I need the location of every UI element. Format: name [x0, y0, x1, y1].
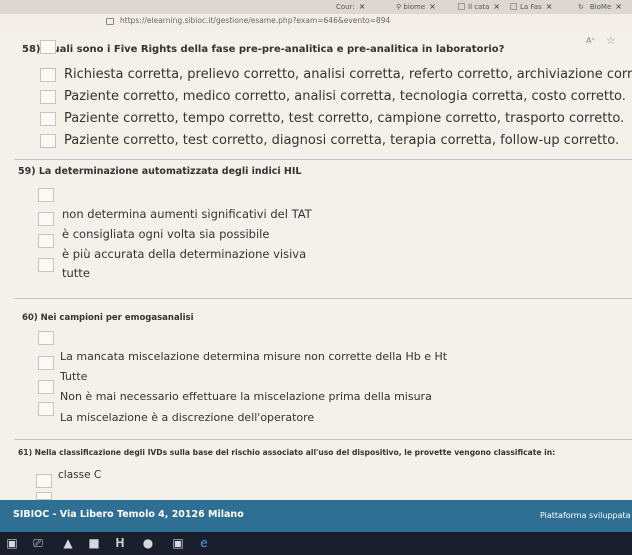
close-icon[interactable]: ×: [493, 2, 500, 11]
reader-view-icon[interactable]: Aᴬ: [586, 36, 595, 45]
option-label[interactable]: è più accurata della determinazione visi…: [62, 247, 306, 261]
option-label[interactable]: La mancata miscelazione determina misure…: [60, 350, 447, 363]
option-label[interactable]: tutte: [62, 266, 90, 280]
close-icon[interactable]: ×: [429, 2, 436, 11]
option-label[interactable]: Richiesta corretta, prelievo corretto, a…: [64, 67, 632, 82]
browser-tab-strip: Cour: × ⚲ biome × Il cata × La Fas × ↻ BioMe ×: [0, 0, 632, 14]
task-view-icon[interactable]: ⎚: [30, 536, 46, 551]
option-checkbox[interactable]: [36, 474, 52, 488]
exam-page: Aᴬ ☆ 58) Quali sono i Five Rights della …: [0, 30, 632, 500]
question-title: 59) La determinazione automatizzata degl…: [18, 166, 302, 177]
option-checkbox[interactable]: [36, 492, 52, 500]
tab-label: BioMe: [589, 3, 612, 11]
option-checkbox[interactable]: [38, 258, 54, 272]
option-checkbox[interactable]: [38, 212, 54, 226]
tab-label: Cour:: [336, 3, 355, 11]
option-checkbox[interactable]: [38, 188, 54, 202]
start-icon[interactable]: ▣: [4, 536, 20, 551]
option-label[interactable]: Non è mai necessario effettuare la misce…: [60, 390, 432, 403]
lock-icon: [106, 18, 114, 25]
question-divider: [14, 159, 632, 160]
tab-label: biome: [403, 3, 426, 11]
close-icon[interactable]: ×: [546, 2, 553, 11]
question-title: 58) Quali sono i Five Rights della fase …: [22, 44, 505, 55]
option-label[interactable]: Paziente corretto, test corretto, diagno…: [64, 133, 619, 148]
page-icon: [510, 3, 517, 10]
question-title: 61) Nella classificazione degli IVDs sul…: [18, 448, 556, 457]
footer-address: SIBIOC - Via Libero Temolo 4, 20126 Mila…: [13, 509, 244, 520]
option-checkbox[interactable]: [38, 331, 54, 345]
files-icon[interactable]: ▣: [170, 536, 186, 551]
option-checkbox[interactable]: [40, 90, 56, 104]
browser-tab[interactable]: Cour: ×: [336, 0, 396, 14]
browser-tab[interactable]: ↻ BioMe ×: [578, 0, 632, 14]
option-checkbox[interactable]: [38, 356, 54, 370]
tab-label: Il cata: [468, 3, 490, 11]
word-icon[interactable]: 𝐇: [112, 536, 128, 551]
question-title: 60) Nei campioni per emogasanalisi: [22, 313, 194, 323]
option-checkbox[interactable]: [40, 134, 56, 148]
option-checkbox[interactable]: [38, 234, 54, 248]
option-label[interactable]: La miscelazione è a discrezione dell'ope…: [60, 411, 314, 424]
app-icon[interactable]: ●: [140, 536, 156, 551]
option-label[interactable]: Tutte: [60, 370, 87, 383]
option-checkbox[interactable]: [40, 68, 56, 82]
network-icon[interactable]: ▲: [60, 536, 76, 551]
option-label[interactable]: classe C: [58, 469, 101, 481]
address-bar[interactable]: https://elearning.sibioc.it/gestione/esa…: [0, 14, 632, 30]
option-checkbox[interactable]: [38, 380, 54, 394]
close-icon[interactable]: ×: [359, 2, 366, 11]
browser-tab[interactable]: La Fas ×: [510, 0, 572, 14]
page-icon: [458, 3, 465, 10]
option-label[interactable]: Paziente corretto, medico corretto, anal…: [64, 89, 626, 104]
question-divider: [14, 439, 632, 440]
browser-tab[interactable]: Il cata ×: [458, 0, 508, 14]
url-text[interactable]: https://elearning.sibioc.it/gestione/esa…: [120, 16, 390, 25]
folder-icon[interactable]: ■: [86, 536, 102, 551]
question-divider: [14, 298, 632, 299]
option-label[interactable]: è consigliata ogni volta sia possibile: [62, 227, 269, 241]
search-icon: ⚲: [396, 3, 402, 11]
close-icon[interactable]: ×: [615, 2, 622, 11]
site-footer: SIBIOC - Via Libero Temolo 4, 20126 Mila…: [0, 500, 632, 532]
footer-platform: Piattaforma sviluppata d: [540, 511, 632, 520]
option-checkbox[interactable]: [40, 40, 56, 54]
option-checkbox[interactable]: [40, 112, 56, 126]
favorite-star-icon[interactable]: ☆: [606, 34, 616, 47]
edge-icon[interactable]: e: [196, 536, 212, 551]
tab-label: La Fas: [520, 3, 542, 11]
option-label[interactable]: Paziente corretto, tempo corretto, test …: [64, 111, 624, 126]
option-checkbox[interactable]: [38, 402, 54, 416]
loading-icon: ↻: [578, 3, 584, 11]
os-taskbar: ▣ ⎚ ▲ ■ 𝐇 ● ▣ e: [0, 532, 632, 555]
option-label[interactable]: non determina aumenti significativi del …: [62, 207, 312, 221]
browser-tab[interactable]: ⚲ biome ×: [396, 0, 452, 14]
